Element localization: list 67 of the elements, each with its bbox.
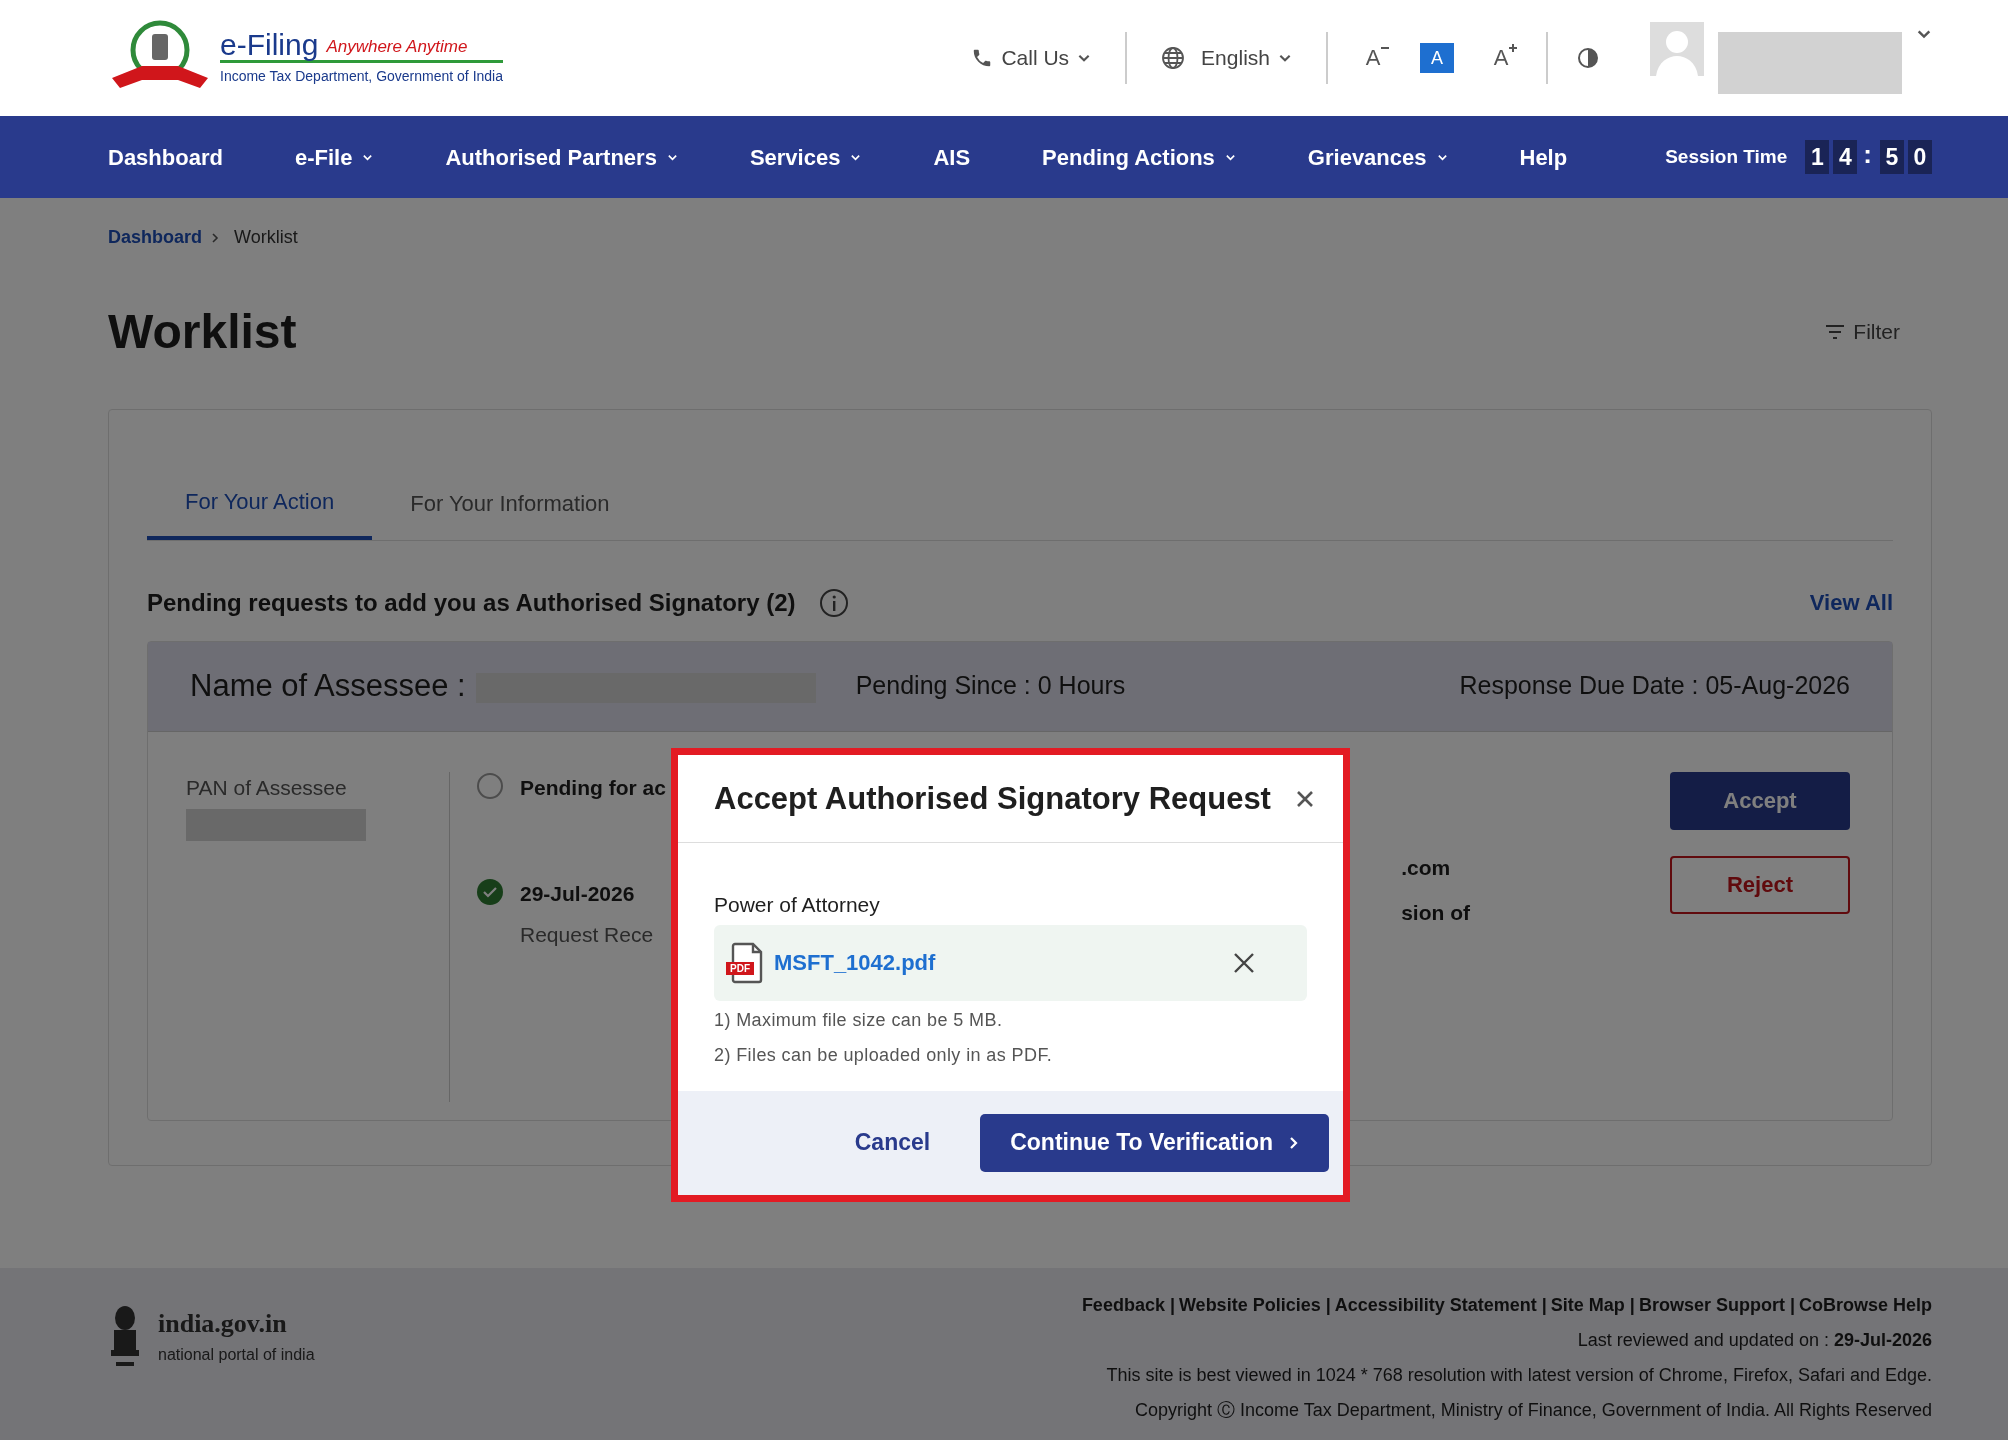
accept-button[interactable]: Accept (1670, 771, 1850, 830)
timer-digit: 0 (1908, 140, 1932, 174)
nav-item[interactable]: Dashboard (108, 140, 223, 174)
modal-title: Accept Authorised Signatory Request (714, 779, 1271, 818)
detail-text: .com (1401, 854, 1452, 881)
footer-link[interactable]: Website Policies | (1178, 1292, 1331, 1319)
timeline-subtitle: Request Rece (520, 922, 654, 949)
assessee-name-label: Name of Assessee : (190, 666, 466, 705)
logo-title: e-Filing (220, 29, 319, 60)
timeline-title: Pending for ac (520, 774, 666, 801)
timeline-title: 29-Jul-2026 (520, 880, 636, 907)
field-label: Power of Attorney (714, 892, 881, 918)
info-icon[interactable] (817, 586, 850, 619)
file-name-link[interactable]: MSFT_1042.pdf (774, 946, 936, 979)
upload-note: 2) Files can be uploaded only in as PDF. (714, 1043, 1054, 1067)
pending-since-text: Pending Since : 0 Hours (855, 670, 1126, 702)
nav-item[interactable]: Pending Actions (1042, 140, 1236, 174)
pan-label: PAN of Assessee (186, 774, 348, 801)
timer-digit: 5 (1880, 140, 1904, 174)
language-selector[interactable]: English (1155, 41, 1298, 75)
chevron-icon (1289, 1135, 1299, 1150)
nav-item[interactable]: Authorised Partners (445, 140, 678, 174)
decrease-font-button[interactable]: A (1356, 43, 1390, 73)
nav-item[interactable]: AIS (933, 140, 971, 174)
footer-link[interactable]: Site Map | (1550, 1292, 1635, 1319)
filter-icon (1825, 323, 1846, 340)
contrast-icon[interactable] (1576, 46, 1600, 70)
timer-separator: : (1863, 137, 1872, 171)
timer-digit: 4 (1833, 140, 1858, 174)
call-us-button[interactable]: Call Us (965, 41, 1098, 75)
portal-tagline: national portal of india (158, 1345, 315, 1365)
close-icon[interactable] (1295, 788, 1315, 809)
cancel-button[interactable]: Cancel (848, 1124, 937, 1161)
footer-link[interactable]: Accessibility Statement | (1334, 1292, 1547, 1319)
view-all-link[interactable]: View All (1809, 586, 1893, 620)
breadcrumb-link[interactable]: Dashboard (108, 224, 203, 251)
reject-button[interactable]: Reject (1670, 855, 1850, 914)
footer-link[interactable]: Feedback | (1081, 1292, 1175, 1319)
timer-digit: 1 (1805, 140, 1830, 174)
avatar-icon (1650, 22, 1704, 76)
browser-note: This site is best viewed in 1024 * 768 resolution with latest version of Chrome, Firefox, Safari and Edge. (1105, 1364, 1932, 1387)
normal-font-button[interactable]: A (1420, 43, 1454, 73)
due-date-text: Response Due Date : 05-Aug-2026 (1459, 670, 1850, 702)
filter-button[interactable]: Filter (1819, 315, 1906, 349)
nav-item[interactable]: Help (1519, 140, 1568, 174)
portal-name: india.gov.in (158, 1308, 288, 1340)
tab[interactable]: For Your Action (147, 484, 373, 540)
footer-link[interactable]: Browser Support | (1638, 1292, 1795, 1319)
last-reviewed-text: Last reviewed and updated on : 29-Jul-2026 (1576, 1329, 1932, 1352)
footer-link[interactable]: CoBrowse Help (1798, 1292, 1932, 1319)
continue-button[interactable]: Continue To Verification (980, 1113, 1329, 1172)
increase-font-button[interactable]: A (1484, 43, 1518, 73)
section-heading: Pending requests to add you as Authorised Signatory (2) (147, 587, 796, 618)
nav-item[interactable]: Grievances (1307, 140, 1448, 174)
copyright-text: Copyright Ⓒ Income Tax Department, Ministry of Finance, Government of India. All Rights Reserved (1134, 1399, 1932, 1422)
upload-note: 1) Maximum file size can be 5 MB. (714, 1008, 1004, 1032)
nav-item[interactable]: Services (749, 140, 862, 174)
breadcrumb-current: Worklist (234, 226, 298, 249)
session-label: Session Time (1665, 144, 1788, 169)
detail-text: sion of (1401, 900, 1470, 927)
logo-tagline: Anywhere Anytime (326, 36, 468, 58)
globe-icon (1161, 46, 1186, 70)
tab[interactable]: For Your Information (372, 484, 648, 540)
nav-item[interactable]: e-File (294, 140, 374, 174)
page-title: Worklist (108, 304, 297, 360)
chevron-icon (210, 231, 221, 244)
remove-file-icon[interactable] (1233, 951, 1255, 974)
